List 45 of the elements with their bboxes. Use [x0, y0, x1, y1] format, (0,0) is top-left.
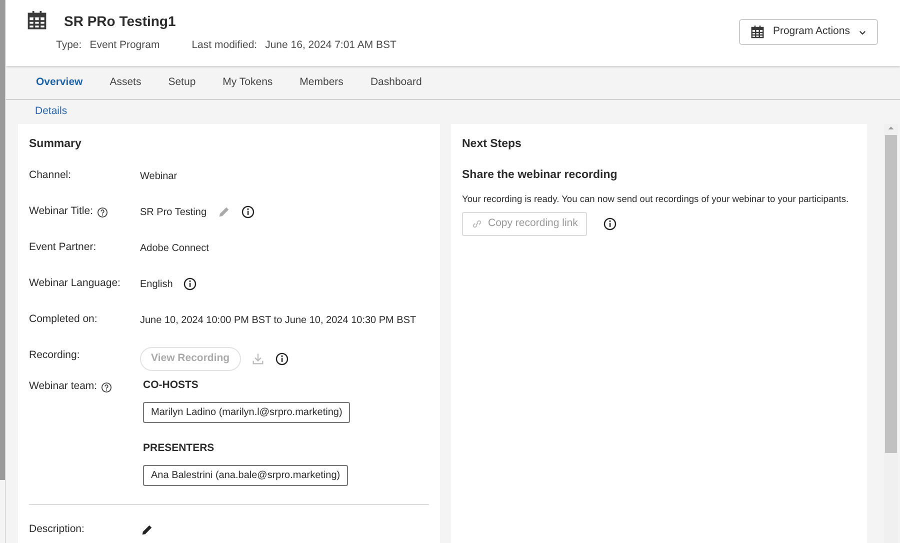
field-label: Webinar team:: [29, 379, 98, 394]
info-icon[interactable]: [274, 352, 289, 366]
field-value: SR Pro Testing: [140, 206, 207, 220]
field-label: Webinar Language:: [29, 276, 120, 292]
field-value: English: [140, 278, 173, 292]
meta-value: June 16, 2024 7:01 AM BST: [265, 38, 396, 53]
field-label: Event Partner:: [29, 240, 96, 256]
help-icon[interactable]: [101, 382, 112, 393]
program-title: SR PRo Testing1: [64, 12, 176, 31]
step-heading: Share the webinar recording: [462, 168, 618, 184]
group-heading: PRESENTERS: [143, 441, 214, 456]
field-value: Adobe Connect: [140, 242, 209, 256]
meta-label: Type:: [56, 38, 82, 53]
member-tag: Marilyn Ladino (marilyn.l@srpro.marketing): [143, 402, 350, 423]
field-label: Completed on:: [29, 312, 98, 328]
tab[interactable]: Dashboard: [362, 70, 430, 94]
info-icon[interactable]: [602, 217, 617, 232]
details-link[interactable]: Details: [28, 104, 74, 120]
info-icon[interactable]: [240, 205, 255, 220]
scrollbar[interactable]: [884, 124, 898, 543]
info-icon[interactable]: [182, 277, 197, 292]
field-label: Recording:: [29, 348, 80, 364]
calendar-icon: [26, 10, 48, 32]
field-label: Channel:: [29, 168, 72, 184]
section-title: Next Steps: [462, 137, 522, 152]
field-value: Webinar: [140, 170, 178, 184]
meta-label: Last modified:: [192, 38, 258, 53]
tab[interactable]: Setup: [160, 70, 204, 94]
field-label: Webinar Title:: [29, 204, 93, 220]
tab[interactable]: Members: [292, 70, 352, 94]
tab[interactable]: Assets: [102, 70, 150, 94]
program-actions-button[interactable]: Program Actions: [738, 19, 878, 45]
tab[interactable]: Overview: [28, 70, 91, 94]
section-title: Summary: [29, 137, 82, 152]
step-description: Your recording is ready. You can now send out recordings of your webinar to your participants.: [462, 192, 850, 206]
help-icon[interactable]: [97, 206, 108, 218]
group-heading: CO-HOSTS: [143, 378, 198, 394]
field-label: Description:: [29, 522, 84, 537]
link-icon: [471, 218, 483, 230]
member-tag: Ana Balestrini (ana.bale@srpro.marketing): [143, 464, 348, 486]
field-value: June 10, 2024 10:00 PM BST to June 10, 2024 10:30 PM BST: [140, 314, 416, 328]
tab[interactable]: My Tokens: [214, 70, 281, 94]
meta-value: Event Program: [90, 38, 160, 53]
calendar-icon: [750, 24, 765, 40]
edit-icon[interactable]: [140, 522, 154, 537]
